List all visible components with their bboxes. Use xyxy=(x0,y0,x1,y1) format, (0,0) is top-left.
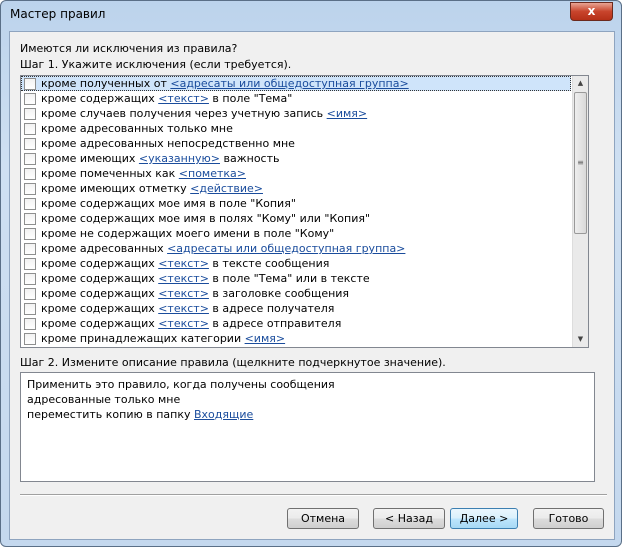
condition-text: кроме полученных от xyxy=(41,77,171,90)
condition-link[interactable]: <текст> xyxy=(158,272,209,285)
condition-row[interactable]: кроме полученных от <адресаты или общедо… xyxy=(21,76,571,91)
condition-text: кроме имеющих xyxy=(41,152,139,165)
condition-text: в заголовке сообщения xyxy=(208,287,350,300)
scroll-down-icon[interactable]: ▼ xyxy=(573,332,588,347)
condition-text: кроме содержащих xyxy=(41,92,159,105)
scroll-up-icon[interactable]: ▲ xyxy=(573,76,588,91)
condition-text: в адресе отправителя xyxy=(208,317,342,330)
condition-row[interactable]: кроме имеющих отметку <действие> xyxy=(21,181,588,196)
question-label: Имеются ли исключения из правила? xyxy=(20,42,238,55)
condition-link[interactable]: <текст> xyxy=(158,317,209,330)
condition-text: кроме помеченных как xyxy=(41,167,179,180)
description-line: адресованные только мне xyxy=(27,393,181,406)
condition-link[interactable]: <текст> xyxy=(158,287,209,300)
condition-link[interactable]: <имя> xyxy=(327,107,368,120)
condition-row[interactable]: кроме содержащих <текст> в адресе получа… xyxy=(21,301,588,316)
condition-row[interactable]: кроме содержащих <текст> в тексте сообще… xyxy=(21,256,588,271)
condition-checkbox[interactable] xyxy=(24,182,36,195)
condition-checkbox[interactable] xyxy=(24,317,36,330)
condition-link[interactable]: <имя> xyxy=(245,332,286,345)
separator xyxy=(20,494,607,496)
exceptions-list[interactable]: кроме полученных от <адресаты или общедо… xyxy=(20,75,589,348)
condition-link[interactable]: <текст> xyxy=(158,257,209,270)
condition-text: кроме содержащих xyxy=(41,302,159,315)
condition-link[interactable]: <адресаты или общедоступная группа> xyxy=(167,242,405,255)
scroll-thumb[interactable]: ≡ xyxy=(574,92,587,234)
condition-checkbox[interactable] xyxy=(24,152,36,165)
condition-text: кроме содержащих мое имя в полях "Кому" … xyxy=(41,212,371,225)
condition-text: кроме содержащих xyxy=(41,257,159,270)
rule-description-box: Применить это правило, когда получены со… xyxy=(20,372,595,482)
next-button[interactable]: Далее > xyxy=(450,508,518,529)
condition-row[interactable]: кроме содержащих <текст> в заголовке соо… xyxy=(21,286,588,301)
condition-link[interactable]: <адресаты или общедоступная группа> xyxy=(170,77,408,90)
condition-text: кроме принадлежащих категории xyxy=(41,332,245,345)
condition-text: в поле "Тема" или в тексте xyxy=(208,272,370,285)
condition-link[interactable]: <текст> xyxy=(158,92,209,105)
condition-text: важность xyxy=(220,152,280,165)
condition-checkbox[interactable] xyxy=(24,122,36,135)
dialog-panel: Имеются ли исключения из правила? Шаг 1.… xyxy=(9,31,615,540)
condition-text: в тексте сообщения xyxy=(208,257,330,270)
condition-row[interactable]: кроме содержащих мое имя в полях "Кому" … xyxy=(21,211,588,226)
condition-row[interactable]: кроме принадлежащих категории <имя> xyxy=(21,331,588,346)
condition-checkbox[interactable] xyxy=(24,197,36,210)
step1-label: Шаг 1. Укажите исключения (если требуетс… xyxy=(20,58,292,71)
condition-checkbox[interactable] xyxy=(24,287,36,300)
condition-row[interactable]: кроме содержащих мое имя в поле "Копия" xyxy=(21,196,588,211)
condition-row[interactable]: кроме адресованных только мне xyxy=(21,121,588,136)
close-button[interactable]: x xyxy=(570,2,613,21)
condition-checkbox[interactable] xyxy=(24,167,36,180)
window-title: Мастер правил xyxy=(10,7,106,21)
condition-row[interactable]: кроме содержащих <текст> в адресе отправ… xyxy=(21,316,588,331)
condition-text: кроме случаев получения через учетную за… xyxy=(41,107,327,120)
condition-checkbox[interactable] xyxy=(24,92,36,105)
condition-checkbox[interactable] xyxy=(24,227,36,240)
cancel-button[interactable]: Отмена xyxy=(287,508,359,529)
condition-checkbox[interactable] xyxy=(24,107,36,120)
condition-text: кроме содержащих мое имя в поле "Копия" xyxy=(41,197,296,210)
condition-link[interactable]: <пометка> xyxy=(179,167,246,180)
condition-checkbox[interactable] xyxy=(24,257,36,270)
condition-checkbox[interactable] xyxy=(24,137,36,150)
finish-button[interactable]: Готово xyxy=(533,508,604,529)
folder-link[interactable]: Входящие xyxy=(194,408,253,421)
condition-text: кроме адресованных непосредственно мне xyxy=(41,137,295,150)
condition-text: кроме не содержащих моего имени в поле "… xyxy=(41,227,335,240)
rules-wizard-window: Мастер правил x Имеются ли исключения из… xyxy=(0,0,622,547)
condition-row[interactable]: кроме имеющих <указанную> важность xyxy=(21,151,588,166)
description-line: Применить это правило, когда получены со… xyxy=(27,378,335,391)
condition-text: кроме содержащих xyxy=(41,317,159,330)
condition-row[interactable]: кроме адресованных <адресаты или общедос… xyxy=(21,241,588,256)
back-button[interactable]: < Назад xyxy=(373,508,445,529)
condition-checkbox[interactable] xyxy=(24,77,36,90)
list-scrollbar[interactable]: ▲ ≡ ▼ xyxy=(572,76,588,347)
description-line: переместить копию в папку xyxy=(27,408,194,421)
condition-checkbox[interactable] xyxy=(24,302,36,315)
condition-text: в поле "Тема" xyxy=(208,92,293,105)
condition-row[interactable]: кроме содержащих <текст> в поле "Тема" xyxy=(21,91,588,106)
condition-text: в адресе получателя xyxy=(208,302,335,315)
condition-text: кроме имеющих отметку xyxy=(41,182,191,195)
condition-row[interactable]: кроме содержащих <текст> в поле "Тема" и… xyxy=(21,271,588,286)
condition-text: кроме адресованных только мне xyxy=(41,122,233,135)
condition-checkbox[interactable] xyxy=(24,332,36,345)
step2-label: Шаг 2. Измените описание правила (щелкни… xyxy=(20,356,446,369)
condition-text: кроме содержащих xyxy=(41,272,159,285)
condition-row[interactable]: кроме случаев получения через учетную за… xyxy=(21,106,588,121)
condition-row[interactable]: кроме помеченных как <пометка> xyxy=(21,166,588,181)
condition-text: кроме адресованных xyxy=(41,242,168,255)
condition-checkbox[interactable] xyxy=(24,242,36,255)
condition-checkbox[interactable] xyxy=(24,272,36,285)
condition-row[interactable]: кроме адресованных непосредственно мне xyxy=(21,136,588,151)
condition-link[interactable]: <указанную> xyxy=(139,152,220,165)
condition-row[interactable]: кроме не содержащих моего имени в поле "… xyxy=(21,226,588,241)
condition-text: кроме содержащих xyxy=(41,287,159,300)
condition-link[interactable]: <действие> xyxy=(190,182,263,195)
condition-link[interactable]: <текст> xyxy=(158,302,209,315)
condition-checkbox[interactable] xyxy=(24,212,36,225)
